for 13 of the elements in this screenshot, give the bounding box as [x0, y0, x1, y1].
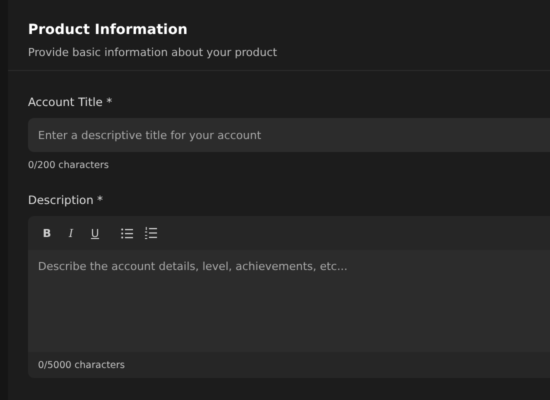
field-label: Account Title * — [28, 95, 114, 109]
underline-button[interactable]: U — [84, 222, 106, 244]
section-subtitle: Provide basic information about your product — [28, 46, 278, 59]
section-title: Product Information — [28, 22, 189, 38]
title-input-field[interactable]: Enter a descriptive title for your account — [28, 118, 550, 152]
numbered-list-icon — [145, 227, 157, 239]
field-label: Description * — [28, 193, 104, 207]
character-counter: 0/5000 characters — [38, 360, 125, 370]
bold-button[interactable]: B — [36, 222, 58, 244]
character-counter: 0/200 characters — [28, 160, 110, 171]
description-input-field[interactable]: Describe the account details, level, achievements, etc... — [28, 250, 550, 352]
italic-button[interactable]: I — [60, 222, 82, 244]
bullet-list-icon — [121, 228, 133, 238]
